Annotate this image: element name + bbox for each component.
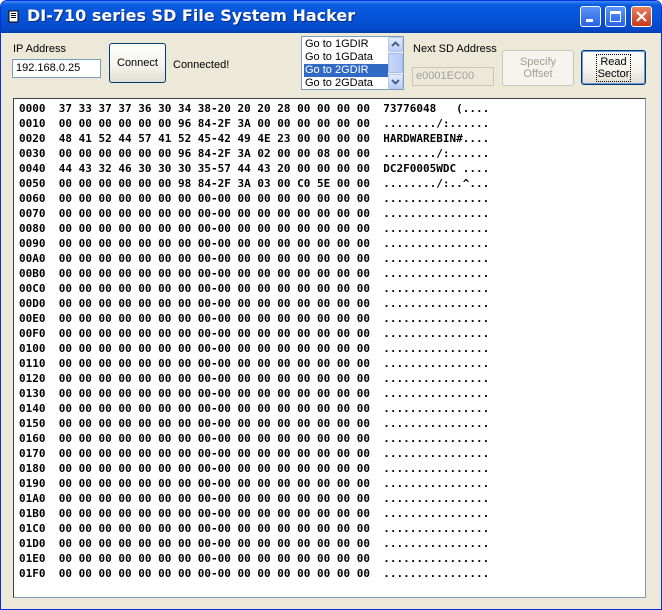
hex-row[interactable]: 00C0 00 00 00 00 00 00 00 00-00 00 00 00… bbox=[19, 282, 489, 297]
hex-row[interactable]: 0080 00 00 00 00 00 00 00 00-00 00 00 00… bbox=[19, 222, 489, 237]
next-sd-address-input[interactable]: e0001EC00 bbox=[412, 67, 494, 86]
hex-row[interactable]: 0130 00 00 00 00 00 00 00 00-00 00 00 00… bbox=[19, 387, 489, 402]
maximize-icon bbox=[610, 11, 621, 22]
maximize-button[interactable] bbox=[605, 6, 626, 27]
hex-row[interactable]: 01E0 00 00 00 00 00 00 00 00-00 00 00 00… bbox=[19, 552, 489, 567]
hex-row[interactable]: 0060 00 00 00 00 00 00 00 00-00 00 00 00… bbox=[19, 192, 489, 207]
specify-offset-button[interactable]: Specify Offset bbox=[502, 50, 574, 86]
ip-address-input[interactable]: 192.168.0.25 bbox=[12, 59, 101, 78]
hex-row[interactable]: 0180 00 00 00 00 00 00 00 00-00 00 00 00… bbox=[19, 462, 489, 477]
list-item-goto-2gdata[interactable]: Go to 2GData bbox=[304, 77, 388, 89]
next-sd-address-label: Next SD Address bbox=[413, 43, 497, 55]
read-sector-button[interactable]: Read Sector bbox=[581, 50, 646, 85]
hex-row[interactable]: 0090 00 00 00 00 00 00 00 00-00 00 00 00… bbox=[19, 237, 489, 252]
listbox-scrollbar[interactable] bbox=[388, 37, 403, 89]
hex-row[interactable]: 01B0 00 00 00 00 00 00 00 00-00 00 00 00… bbox=[19, 507, 489, 522]
hex-row[interactable]: 01A0 00 00 00 00 00 00 00 00-00 00 00 00… bbox=[19, 492, 489, 507]
scroll-thumb[interactable] bbox=[388, 53, 403, 73]
hex-row[interactable]: 0170 00 00 00 00 00 00 00 00-00 00 00 00… bbox=[19, 447, 489, 462]
hex-row[interactable]: 0020 48 41 52 44 57 41 52 45-42 49 4E 23… bbox=[19, 132, 489, 147]
hex-row[interactable]: 0010 00 00 00 00 00 00 96 84-2F 3A 00 00… bbox=[19, 117, 489, 132]
minimize-button[interactable] bbox=[580, 6, 601, 27]
hex-row[interactable]: 0030 00 00 00 00 00 00 96 84-2F 3A 02 00… bbox=[19, 147, 489, 162]
chevron-up-icon bbox=[391, 41, 400, 47]
hex-row[interactable]: 00F0 00 00 00 00 00 00 00 00-00 00 00 00… bbox=[19, 327, 489, 342]
hex-row[interactable]: 01F0 00 00 00 00 00 00 00 00-00 00 00 00… bbox=[19, 567, 489, 582]
window-title: DI-710 series SD File System Hacker bbox=[27, 6, 356, 25]
goto-listbox[interactable]: Go to 1GDIR Go to 1GData Go to 2GDIR Go … bbox=[301, 36, 404, 90]
scroll-down-button[interactable] bbox=[388, 74, 403, 89]
ip-address-label: IP Address bbox=[13, 43, 66, 55]
list-item-goto-2gdir[interactable]: Go to 2GDIR bbox=[304, 64, 388, 77]
app-document-icon bbox=[8, 10, 19, 23]
scroll-up-button[interactable] bbox=[388, 37, 403, 52]
hex-row[interactable]: 00D0 00 00 00 00 00 00 00 00-00 00 00 00… bbox=[19, 297, 489, 312]
hex-dump-view[interactable]: 0000 37 33 37 37 36 30 34 38-20 20 20 28… bbox=[13, 98, 646, 598]
list-item-goto-1gdata[interactable]: Go to 1GData bbox=[304, 51, 388, 64]
hex-row[interactable]: 0140 00 00 00 00 00 00 00 00-00 00 00 00… bbox=[19, 402, 489, 417]
hex-row[interactable]: 0050 00 00 00 00 00 00 98 84-2F 3A 03 00… bbox=[19, 177, 489, 192]
hex-row[interactable]: 01C0 00 00 00 00 00 00 00 00-00 00 00 00… bbox=[19, 522, 489, 537]
app-window: DI-710 series SD File System Hacker IP A… bbox=[0, 0, 662, 610]
hex-row[interactable]: 0070 00 00 00 00 00 00 00 00-00 00 00 00… bbox=[19, 207, 489, 222]
chevron-down-icon bbox=[391, 79, 400, 85]
connect-button[interactable]: Connect bbox=[109, 43, 166, 83]
hex-row[interactable]: 00E0 00 00 00 00 00 00 00 00-00 00 00 00… bbox=[19, 312, 489, 327]
hex-row[interactable]: 0190 00 00 00 00 00 00 00 00-00 00 00 00… bbox=[19, 477, 489, 492]
hex-row[interactable]: 01D0 00 00 00 00 00 00 00 00-00 00 00 00… bbox=[19, 537, 489, 552]
hex-row[interactable]: 00A0 00 00 00 00 00 00 00 00-00 00 00 00… bbox=[19, 252, 489, 267]
close-icon bbox=[636, 11, 647, 22]
hex-row[interactable]: 0160 00 00 00 00 00 00 00 00-00 00 00 00… bbox=[19, 432, 489, 447]
hex-row[interactable]: 0000 37 33 37 37 36 30 34 38-20 20 20 28… bbox=[19, 102, 489, 117]
list-item-goto-1gdir[interactable]: Go to 1GDIR bbox=[304, 38, 388, 51]
hex-row[interactable]: 0110 00 00 00 00 00 00 00 00-00 00 00 00… bbox=[19, 357, 489, 372]
title-bar[interactable]: DI-710 series SD File System Hacker bbox=[1, 1, 661, 33]
hex-row[interactable]: 00B0 00 00 00 00 00 00 00 00-00 00 00 00… bbox=[19, 267, 489, 282]
read-sector-label: Read Sector bbox=[595, 53, 632, 82]
minimize-icon bbox=[586, 19, 593, 22]
hex-row[interactable]: 0100 00 00 00 00 00 00 00 00-00 00 00 00… bbox=[19, 342, 489, 357]
hex-row[interactable]: 0120 00 00 00 00 00 00 00 00-00 00 00 00… bbox=[19, 372, 489, 387]
hex-row[interactable]: 0040 44 43 32 46 30 30 30 35-57 44 43 20… bbox=[19, 162, 489, 177]
hex-row[interactable]: 0150 00 00 00 00 00 00 00 00-00 00 00 00… bbox=[19, 417, 489, 432]
connection-status: Connected! bbox=[173, 59, 230, 71]
close-button[interactable] bbox=[631, 6, 652, 27]
